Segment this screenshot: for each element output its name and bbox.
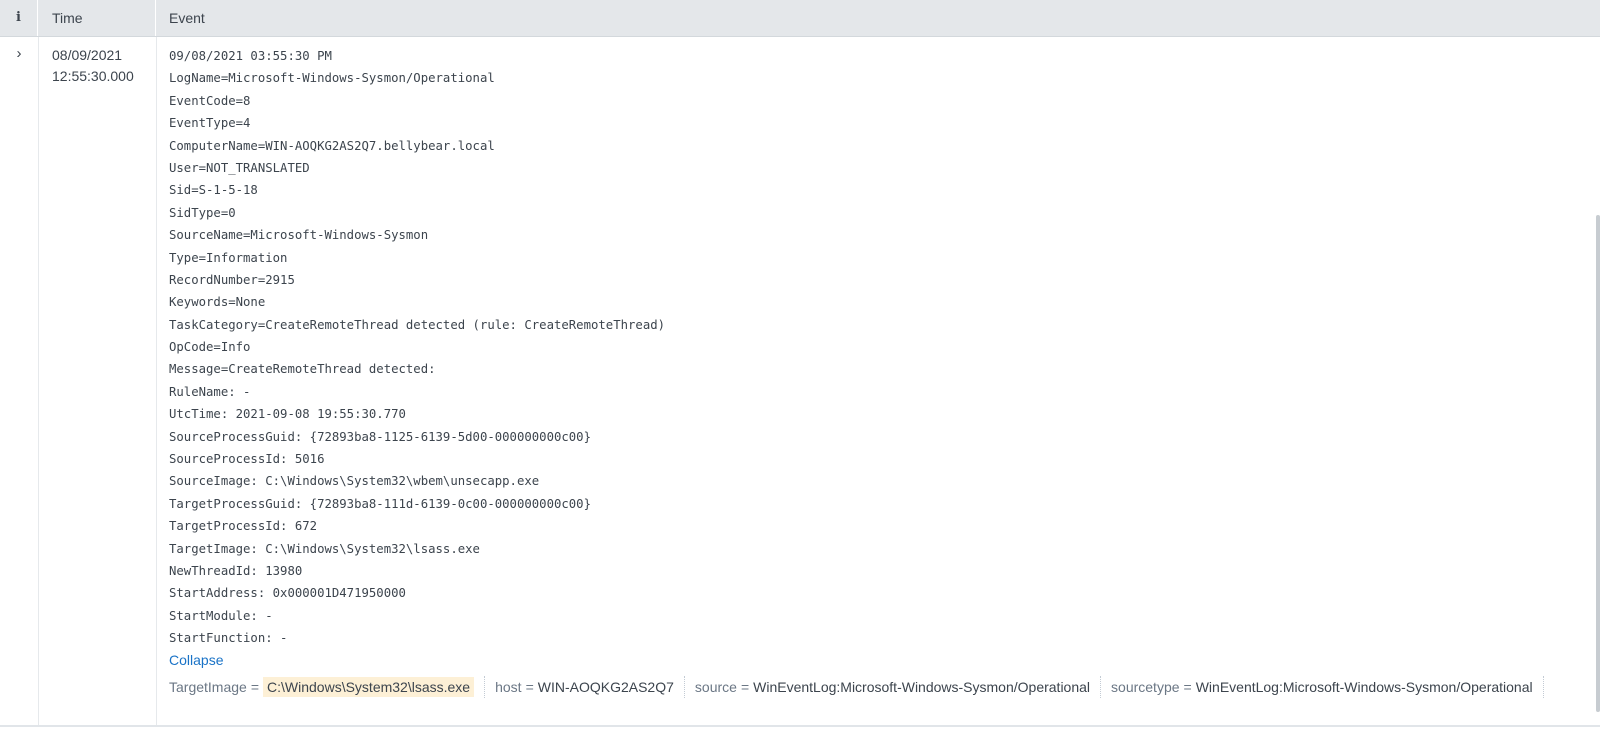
field-equals: = xyxy=(740,678,750,695)
event-line[interactable]: SourceProcessGuid: {72893ba8-1125-6139-5… xyxy=(169,426,1589,448)
event-body: 09/08/2021 03:55:30 PM LogName=Microsoft-… xyxy=(169,45,1589,698)
column-divider xyxy=(156,37,157,725)
field-value[interactable]: WinEventLog:Microsoft-Windows-Sysmon/Ope… xyxy=(753,679,1090,695)
field-equals: = xyxy=(1183,678,1192,695)
vertical-scrollbar[interactable] xyxy=(1596,215,1600,712)
event-field-source: source = WinEventLog:Microsoft-Windows-Sys… xyxy=(694,675,1102,698)
event-time-clock: 12:55:30.000 xyxy=(52,68,134,84)
event-line[interactable]: NewThreadId: 13980 xyxy=(169,560,1589,582)
event-line[interactable]: StartAddress: 0x000001D471950000 xyxy=(169,582,1589,604)
field-equals: = xyxy=(525,678,534,695)
event-line[interactable]: OpCode=Info xyxy=(169,336,1589,358)
event-field-sourcetype: sourcetype = WinEventLog:Microsoft-Windows… xyxy=(1111,675,1544,698)
field-value[interactable]: WinEventLog:Microsoft-Windows-Sysmon/Ope… xyxy=(1196,679,1533,695)
event-time-date: 08/09/2021 xyxy=(52,47,123,63)
event-line[interactable]: TargetImage: C:\Windows\System32\lsass.e… xyxy=(169,538,1589,560)
event-line[interactable]: SourceName=Microsoft-Windows-Sysmon xyxy=(169,224,1589,246)
event-line[interactable]: UtcTime: 2021-09-08 19:55:30.770 xyxy=(169,403,1589,425)
field-key: host xyxy=(495,678,522,695)
field-equals: = xyxy=(250,678,260,695)
chevron-right-icon[interactable]: › xyxy=(10,45,28,63)
field-key: sourcetype xyxy=(1111,678,1180,695)
collapse-link[interactable]: Collapse xyxy=(169,650,223,670)
event-line[interactable]: TargetProcessGuid: {72893ba8-111d-6139-0… xyxy=(169,493,1589,515)
field-key: source xyxy=(694,678,737,695)
event-row: › 08/09/2021 12:55:30.000 09/08/2021 03:… xyxy=(0,37,1600,727)
event-raw-text: 09/08/2021 03:55:30 PM LogName=Microsoft-… xyxy=(169,45,1589,650)
table-header: i Time Event xyxy=(0,0,1600,37)
event-line[interactable]: RecordNumber=2915 xyxy=(169,269,1589,291)
event-line[interactable]: RuleName: - xyxy=(169,381,1589,403)
event-fields: TargetImage = C:\Windows\System32\lsass.ex… xyxy=(169,675,1589,698)
field-value[interactable]: WIN-AOQKG2AS2Q7 xyxy=(538,679,674,695)
event-line[interactable]: User=NOT_TRANSLATED xyxy=(169,157,1589,179)
event-field-host: host = WIN-AOQKG2AS2Q7 xyxy=(495,675,685,698)
event-line[interactable]: SourceProcessId: 5016 xyxy=(169,448,1589,470)
event-line[interactable]: Type=Information xyxy=(169,247,1589,269)
column-divider xyxy=(38,37,39,725)
event-line[interactable]: StartFunction: - xyxy=(169,627,1589,649)
event-column-header[interactable]: Event xyxy=(156,0,1600,36)
event-line[interactable]: Sid=S-1-5-18 xyxy=(169,179,1589,201)
field-value[interactable]: C:\Windows\System32\lsass.exe xyxy=(263,676,475,697)
event-line[interactable]: LogName=Microsoft-Windows-Sysmon/Operati… xyxy=(169,67,1589,89)
events-table: i Time Event › 08/09/2021 12:55:30.000 0… xyxy=(0,0,1600,738)
event-line[interactable]: SourceImage: C:\Windows\System32\wbem\un… xyxy=(169,470,1589,492)
event-line[interactable]: StartModule: - xyxy=(169,605,1589,627)
field-key: TargetImage xyxy=(169,678,247,695)
event-time[interactable]: 08/09/2021 12:55:30.000 xyxy=(52,45,134,87)
event-line[interactable]: EventType=4 xyxy=(169,112,1589,134)
event-line[interactable]: Keywords=None xyxy=(169,291,1589,313)
event-line[interactable]: EventCode=8 xyxy=(169,90,1589,112)
time-column-header[interactable]: Time xyxy=(38,0,156,36)
info-column-header[interactable]: i xyxy=(0,0,38,36)
event-line[interactable]: SidType=0 xyxy=(169,202,1589,224)
event-line[interactable]: ComputerName=WIN-AOQKG2AS2Q7.bellybear.l… xyxy=(169,135,1589,157)
event-field-targetimage: TargetImage = C:\Windows\System32\lsass.ex… xyxy=(169,675,486,698)
event-line[interactable]: Message=CreateRemoteThread detected: xyxy=(169,358,1589,380)
event-line[interactable]: TaskCategory=CreateRemoteThread detected… xyxy=(169,314,1589,336)
event-line[interactable]: 09/08/2021 03:55:30 PM xyxy=(169,45,1589,67)
event-line[interactable]: TargetProcessId: 672 xyxy=(169,515,1589,537)
